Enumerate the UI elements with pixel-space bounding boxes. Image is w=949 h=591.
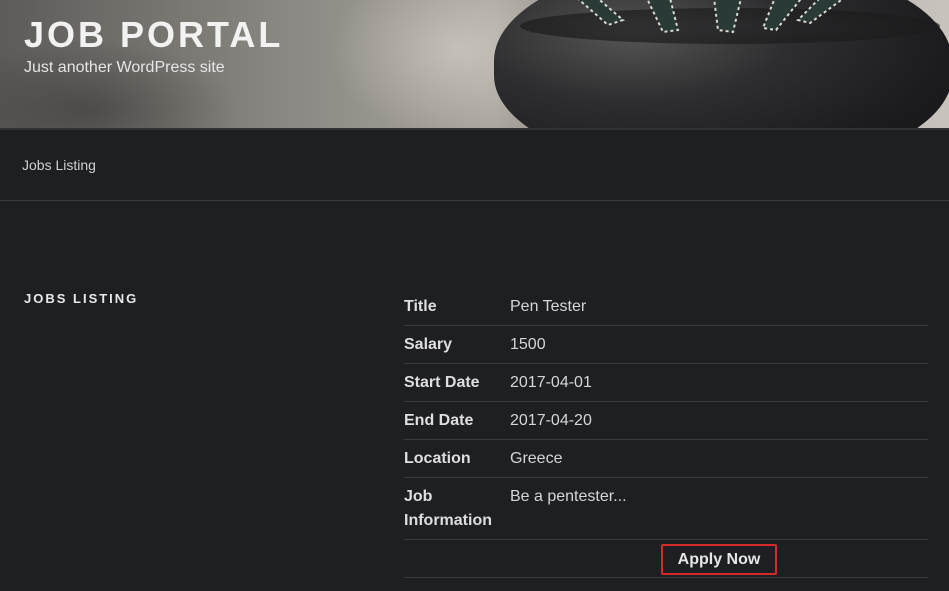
site-description: Just another WordPress site [24, 59, 225, 76]
table-row: Job Information Be a pentester... [404, 478, 928, 540]
row-label: Start Date [404, 373, 480, 391]
row-label: Location [404, 449, 471, 467]
main-navigation: Jobs Listing [0, 130, 949, 201]
table-row: End Date 2017-04-20 [404, 402, 928, 440]
page-title: JOBS LISTING [24, 291, 139, 306]
nav-item-jobs-listing[interactable]: Jobs Listing [22, 157, 96, 173]
apply-row: Apply Now [404, 540, 928, 578]
table-row: Salary 1500 [404, 326, 928, 364]
row-label: End Date [404, 411, 474, 429]
row-value: Pen Tester [510, 297, 587, 315]
table-row: Location Greece [404, 440, 928, 478]
row-value: Be a pentester... [510, 488, 627, 505]
table-row: Title Pen Tester [404, 288, 928, 326]
header-succulent-image [577, 0, 843, 34]
row-value: 2017-04-01 [510, 373, 592, 391]
row-label: Title [404, 297, 437, 315]
row-value: 1500 [510, 335, 546, 353]
job-details-table: Title Pen Tester Salary 1500 Start Date … [404, 288, 928, 578]
row-value: 2017-04-20 [510, 411, 592, 429]
row-label: Salary [404, 335, 453, 353]
apply-now-button[interactable]: Apply Now [661, 544, 777, 575]
table-row: Start Date 2017-04-01 [404, 364, 928, 402]
site-header: JOB PORTAL Just another WordPress site [0, 0, 949, 128]
row-value: Greece [510, 449, 563, 467]
site-title[interactable]: JOB PORTAL [24, 14, 283, 56]
row-label: Job Information [404, 488, 492, 529]
